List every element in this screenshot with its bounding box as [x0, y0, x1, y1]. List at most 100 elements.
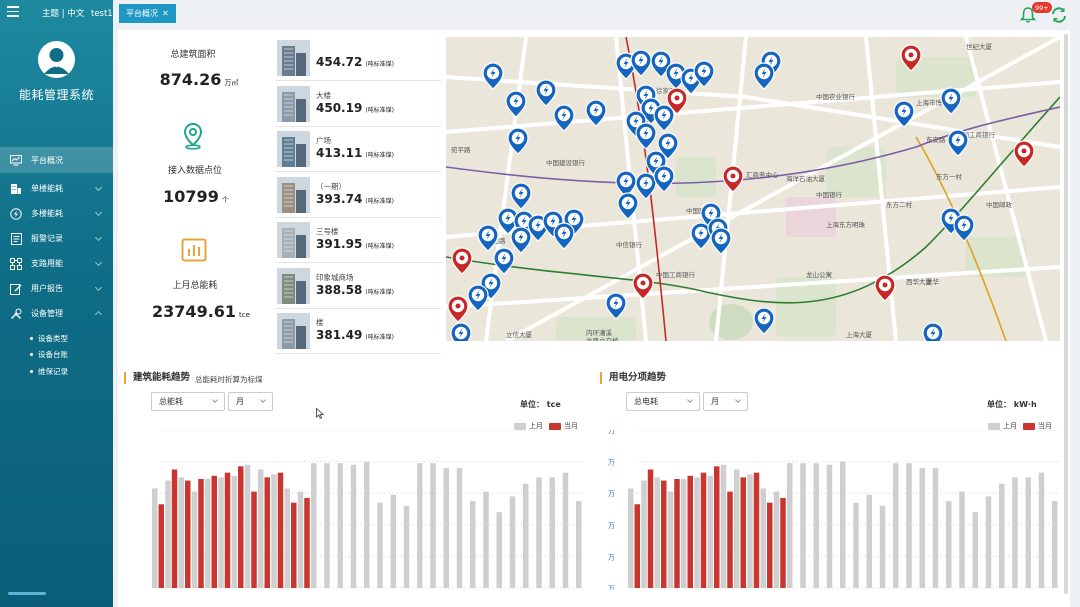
electricity-type-select[interactable]: 总电耗 [626, 392, 700, 411]
bar-prev [985, 496, 992, 588]
nav-item-user-report[interactable]: 用户报告 [0, 276, 113, 301]
bar-curr [277, 472, 284, 588]
building-map[interactable]: 中国建设银行 中国农业银行 上海市博物馆 中国工商银行 东安路 中国银行 汇商务中心 海洋石油… [446, 37, 1060, 341]
nav-item-multi-building[interactable]: 多楼能耗 [0, 201, 113, 226]
nav-item-overview[interactable]: 平台概况 [0, 147, 113, 173]
sidebar-scrollbar[interactable] [8, 592, 46, 595]
sub-item-maintenance-records[interactable]: 维保记录 [0, 363, 113, 380]
bar-prev [1012, 477, 1018, 588]
svg-text:世纪大厦: 世纪大厦 [966, 42, 993, 51]
sidebar-nav: 平台概况 单楼能耗 多楼能耗 报警记录 支路用能 用户报告 设备管理 设备类型 … [0, 147, 113, 380]
building-energy-number: 454.72 [316, 55, 363, 69]
chevron-down-icon [260, 397, 266, 403]
bar-prev [707, 475, 713, 588]
bar-curr [238, 466, 244, 588]
chevron-down-icon [735, 397, 741, 403]
main-content: 总建筑面积 874.26 万㎡ 接入数据点位 10799 个 上月总能耗 23749… [118, 30, 1070, 607]
ranking-row[interactable]: 印象城商场 388.58 (吨标准煤) [276, 264, 441, 309]
page-scrollbar[interactable] [1064, 34, 1068, 594]
bar-prev [165, 480, 171, 588]
svg-text:中国工商银行: 中国工商银行 [656, 270, 696, 279]
bar-prev [417, 463, 423, 588]
tab-platform-overview[interactable]: 平台概况 ✕ [119, 4, 176, 23]
sidebar: 主题 | 中文 test1 ▼ 能耗管理系统 平台概况 单楼能耗 [0, 0, 120, 607]
bar-prev [297, 491, 304, 588]
bar-prev [932, 467, 939, 588]
bar-curr [304, 497, 310, 588]
ranking-row[interactable]: 广场 413.11 (吨标准煤) [276, 127, 441, 172]
mouse-cursor-icon [316, 404, 325, 419]
building-name: 三号楼 [316, 227, 339, 236]
bar-prev [946, 501, 952, 588]
bar-prev [152, 488, 158, 588]
nav-item-single-building[interactable]: 单楼能耗 [0, 176, 113, 201]
building-energy-value: 413.11 (吨标准煤) [316, 146, 394, 160]
building-ranking-list: 454.72 (吨标准煤) 大楼 450.19 (吨标准煤) 广场 413.11 (吨标准煤)… [276, 36, 441, 354]
bar-prev [496, 512, 502, 588]
period-select[interactable]: 月 [228, 392, 273, 411]
map-canvas[interactable]: 中国建设银行中国农业银行上海市博物馆中国工商银行东安路中国银行汇商务中心 海洋石油… [446, 37, 1060, 341]
menu-toggle-icon[interactable] [7, 6, 19, 17]
building-photo [277, 313, 310, 349]
bar-prev [747, 474, 753, 588]
total-area-value: 874.26 万㎡ [124, 70, 274, 89]
bar-prev [536, 477, 542, 588]
building-energy-trend-title: 建筑能耗趋势 [124, 372, 190, 384]
nav-item-alarm-records[interactable]: 报警记录 [0, 226, 113, 251]
ranking-row[interactable]: 三号楼 391.95 (吨标准煤) [276, 218, 441, 263]
chevron-up-icon [94, 310, 103, 319]
building-name: 印象城商场 [316, 272, 354, 282]
bar-curr [211, 475, 217, 588]
building-photo [277, 222, 310, 258]
nav-item-device-management[interactable]: 设备管理 [0, 301, 113, 326]
theme-language-links[interactable]: 主题 | 中文 [42, 9, 84, 19]
legend-swatch-curr [549, 422, 561, 430]
top-links[interactable]: 主题 | 中文 test1 ▼ [42, 7, 120, 19]
building-energy-number: 413.11 [316, 146, 363, 160]
bar-prev [377, 502, 383, 588]
nav-item-label: 设备管理 [31, 309, 63, 318]
refresh-icon[interactable] [1049, 5, 1069, 25]
close-icon[interactable]: ✕ [162, 9, 169, 18]
bar-curr [264, 477, 270, 588]
bar-curr [740, 477, 746, 588]
nav-item-branch-energy[interactable]: 支路用能 [0, 251, 113, 276]
building-energy-value: 393.74 (吨标准煤) [316, 192, 394, 206]
map-marker[interactable] [450, 322, 472, 341]
electricity-period-select[interactable]: 月 [703, 392, 748, 411]
ranking-row[interactable]: （一期） 393.74 (吨标准煤) [276, 173, 441, 218]
ranking-row[interactable]: 楼 381.49 (吨标准煤) [276, 309, 441, 354]
chevron-down-icon [94, 233, 103, 242]
svg-text:上海东方明珠: 上海东方明珠 [826, 220, 866, 229]
legend-swatch-curr [1023, 422, 1035, 430]
ranking-row[interactable]: 454.72 (吨标准煤) [276, 36, 441, 81]
y-tick-label: 万 [608, 522, 615, 530]
building-photo [277, 267, 310, 304]
nav-item-label: 用户报告 [31, 284, 63, 293]
bar-prev [390, 494, 396, 588]
bar-prev [720, 464, 727, 588]
building-icon [10, 183, 22, 195]
bar-prev [231, 475, 237, 588]
period-selected: 月 [236, 397, 244, 406]
energy-type-select[interactable]: 总能耗 [151, 392, 225, 411]
sub-item-device-type[interactable]: 设备类型 [0, 330, 113, 347]
ranking-row[interactable]: 大楼 450.19 (吨标准煤) [276, 82, 441, 127]
sub-item-device-ledger[interactable]: 设备台账 [0, 347, 113, 364]
user-menu[interactable]: test1 [91, 9, 113, 19]
building-energy-number: 388.58 [316, 282, 363, 297]
y-tick-label: 万 [608, 490, 615, 498]
map-marker[interactable] [922, 322, 944, 341]
bar-curr [171, 469, 178, 588]
building-energy-trend-subtitle: 总能耗时折算为标煤 [195, 375, 263, 384]
bar-prev [576, 501, 582, 588]
svg-text:中国农业银行: 中国农业银行 [816, 92, 856, 101]
svg-text:东方二村: 东方二村 [886, 200, 913, 209]
bar-prev [364, 461, 370, 588]
bar-prev [284, 488, 290, 588]
building-energy-number: 391.95 [316, 237, 363, 251]
bar-prev [813, 463, 819, 588]
electricity-type-selected: 总电耗 [634, 397, 658, 406]
bar-curr [780, 497, 786, 588]
svg-text:北路立交桥: 北路立交桥 [586, 336, 619, 341]
